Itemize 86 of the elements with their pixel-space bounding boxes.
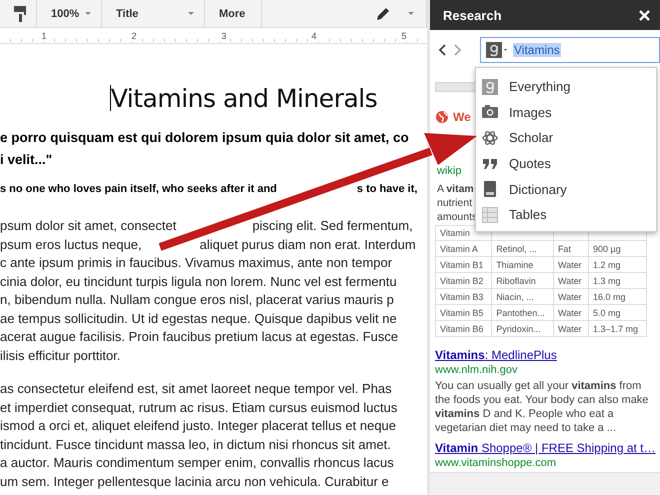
style-dropdown[interactable]: Title	[102, 0, 204, 26]
ruler-number: 3	[219, 30, 229, 40]
paragraph-line: ilisis efficitur porttitor.	[0, 346, 122, 365]
paragraph-line: a auctor. Mauris condimentum semper enim, convallis rhoncus lacus	[0, 454, 395, 472]
search-type-icon[interactable]	[486, 42, 508, 58]
table-cell: Vitamin B1	[436, 256, 492, 272]
menu-item[interactable]: Images	[476, 100, 656, 126]
paragraph-line: ae tempus sollicitudin. Ut id egestas neque. Quisque dapibus velit ne	[0, 310, 398, 328]
table-cell: Vitamin B6	[436, 320, 492, 336]
result-snippet: nutrient	[437, 196, 472, 210]
table-icon	[482, 206, 498, 223]
table-cell: 1.2 mg	[588, 256, 646, 272]
table-cell: Thiamine	[492, 256, 554, 272]
bold-line: s no one who loves pain itself, who seeks after it and	[0, 182, 277, 197]
menu-item[interactable]: Scholar	[476, 125, 656, 151]
ruler-number: 4	[309, 30, 319, 40]
globe-icon	[435, 110, 449, 124]
book-icon	[482, 181, 498, 198]
table-cell: Vitamin A	[436, 240, 492, 256]
camera-icon	[482, 104, 498, 120]
ruler-number: 1	[39, 30, 49, 40]
result-url: www.nlm.nih.gov	[435, 364, 519, 376]
table-cell: Pantothen...	[492, 304, 554, 320]
result-snippet: You can usually get all your vitamins from the foods you eat. Your body can also make vitamins D and K. People who eat a vegetarian diet may need to take a ...	[435, 379, 650, 435]
table-cell: Riboflavin	[492, 272, 554, 288]
table-cell: 900 µg	[588, 240, 646, 256]
g-logo-icon	[482, 78, 498, 95]
paragraph-line: et imperdiet consequat, rutrum ac risus. Etiam cursus euismod luctus	[0, 398, 398, 417]
paragraph-line: um sem. Integer pellentesque lacinia arcu non vehicula. Curabitur e	[0, 472, 390, 491]
caret-icon[interactable]	[408, 12, 414, 15]
paragraph-line: ismod a orci et, aliquet eleifend justo. Integer placerat tellus et neque	[0, 417, 398, 435]
paragraph-line: tincidunt. Fusce tincidunt massa leo, in dictum nisi rhoncus sit amet.	[0, 436, 392, 454]
paragraph-line: cinia dolor, eu tincidunt turpis ligula non lorem. Nunc vel est fermentu	[0, 272, 398, 291]
paragraph-line: acerat augue facilisis. Proin faucibus pretium lacus at egestas. Fusce	[0, 328, 400, 346]
text-cursor	[110, 85, 111, 111]
result-url: www.vitaminshoppe.com	[435, 457, 558, 469]
paint-format-icon[interactable]	[14, 6, 26, 22]
atom-icon	[482, 130, 498, 146]
paragraph-line: psum dolor sit amet, consectet	[0, 217, 176, 235]
table-cell: 5.0 mg	[588, 304, 646, 320]
table-cell: Water	[553, 288, 588, 304]
paragraph-line: aliquet purus diam non erat. Interdum	[200, 236, 416, 254]
quote-line: i velit..."	[0, 151, 54, 169]
result-link[interactable]: Vitamin Shoppe® | FREE Shipping at t…	[435, 441, 656, 455]
table-cell: Vitamin B3	[436, 288, 492, 304]
result-heading: We	[453, 110, 471, 124]
caret-icon	[85, 12, 91, 15]
paragraph-line: n, bibendum nulla. Nullam congue eros nisl, placerat varius mauris p	[0, 291, 395, 309]
close-icon[interactable]	[639, 10, 650, 20]
table-cell: Niacin, ...	[492, 288, 554, 304]
paragraph-line: piscing elit. Sed fermentum,	[252, 217, 413, 235]
search-field[interactable]: Vitamins	[480, 37, 660, 63]
quote-line: e porro quisquam est qui dolorem ipsum quia dolor sit amet, co	[0, 129, 410, 147]
zoom-dropdown[interactable]: 100%	[37, 0, 101, 26]
menu-item[interactable]: Everything	[476, 74, 656, 100]
table-cell: Fat	[553, 240, 588, 256]
result-snippet: A vitam	[437, 182, 474, 196]
back-icon[interactable]	[438, 44, 446, 56]
menu-item[interactable]: Dictionary	[476, 176, 656, 202]
caret-icon	[188, 12, 194, 15]
table-cell: Water	[553, 320, 588, 336]
result-link[interactable]: Vitamins: MedlinePlus	[435, 348, 557, 362]
table-cell: Water	[553, 272, 588, 288]
panel-title: Research	[443, 8, 502, 22]
menu-item[interactable]: Tables	[476, 202, 656, 228]
bold-line: s to have it,	[356, 182, 418, 197]
table-cell: 1.3 mg	[588, 272, 646, 288]
table-cell: Water	[553, 256, 588, 272]
table-cell: Water	[553, 304, 588, 320]
table-cell: Retinol, ...	[492, 240, 554, 256]
table-cell: Vitamin B2	[436, 272, 492, 288]
ruler-number: 2	[129, 30, 139, 40]
table-cell: Pyridoxin...	[492, 320, 554, 336]
ruler-number: 5	[399, 30, 409, 40]
more-dropdown[interactable]: More	[205, 0, 261, 26]
document-title: Vitamins and Minerals	[110, 84, 378, 112]
paragraph-line: psum eros luctus neque,	[0, 236, 142, 254]
menu-item[interactable]: Quotes	[476, 150, 656, 176]
table-cell: 16.0 mg	[588, 288, 646, 304]
table-cell: 1.3–1.7 mg	[588, 320, 646, 336]
pencil-icon[interactable]	[376, 6, 390, 20]
table-cell: Vitamin B5	[436, 304, 492, 320]
result-url: wikip	[437, 165, 462, 178]
paragraph-line: as consectetur eleifend est, sit amet laoreet neque tempor vel. Phas	[0, 380, 393, 398]
paragraph-line: c ante ipsum primis in faucibus. Vivamus maximus, ante non tempor	[0, 254, 394, 272]
result-snippet: amounts	[437, 210, 478, 224]
